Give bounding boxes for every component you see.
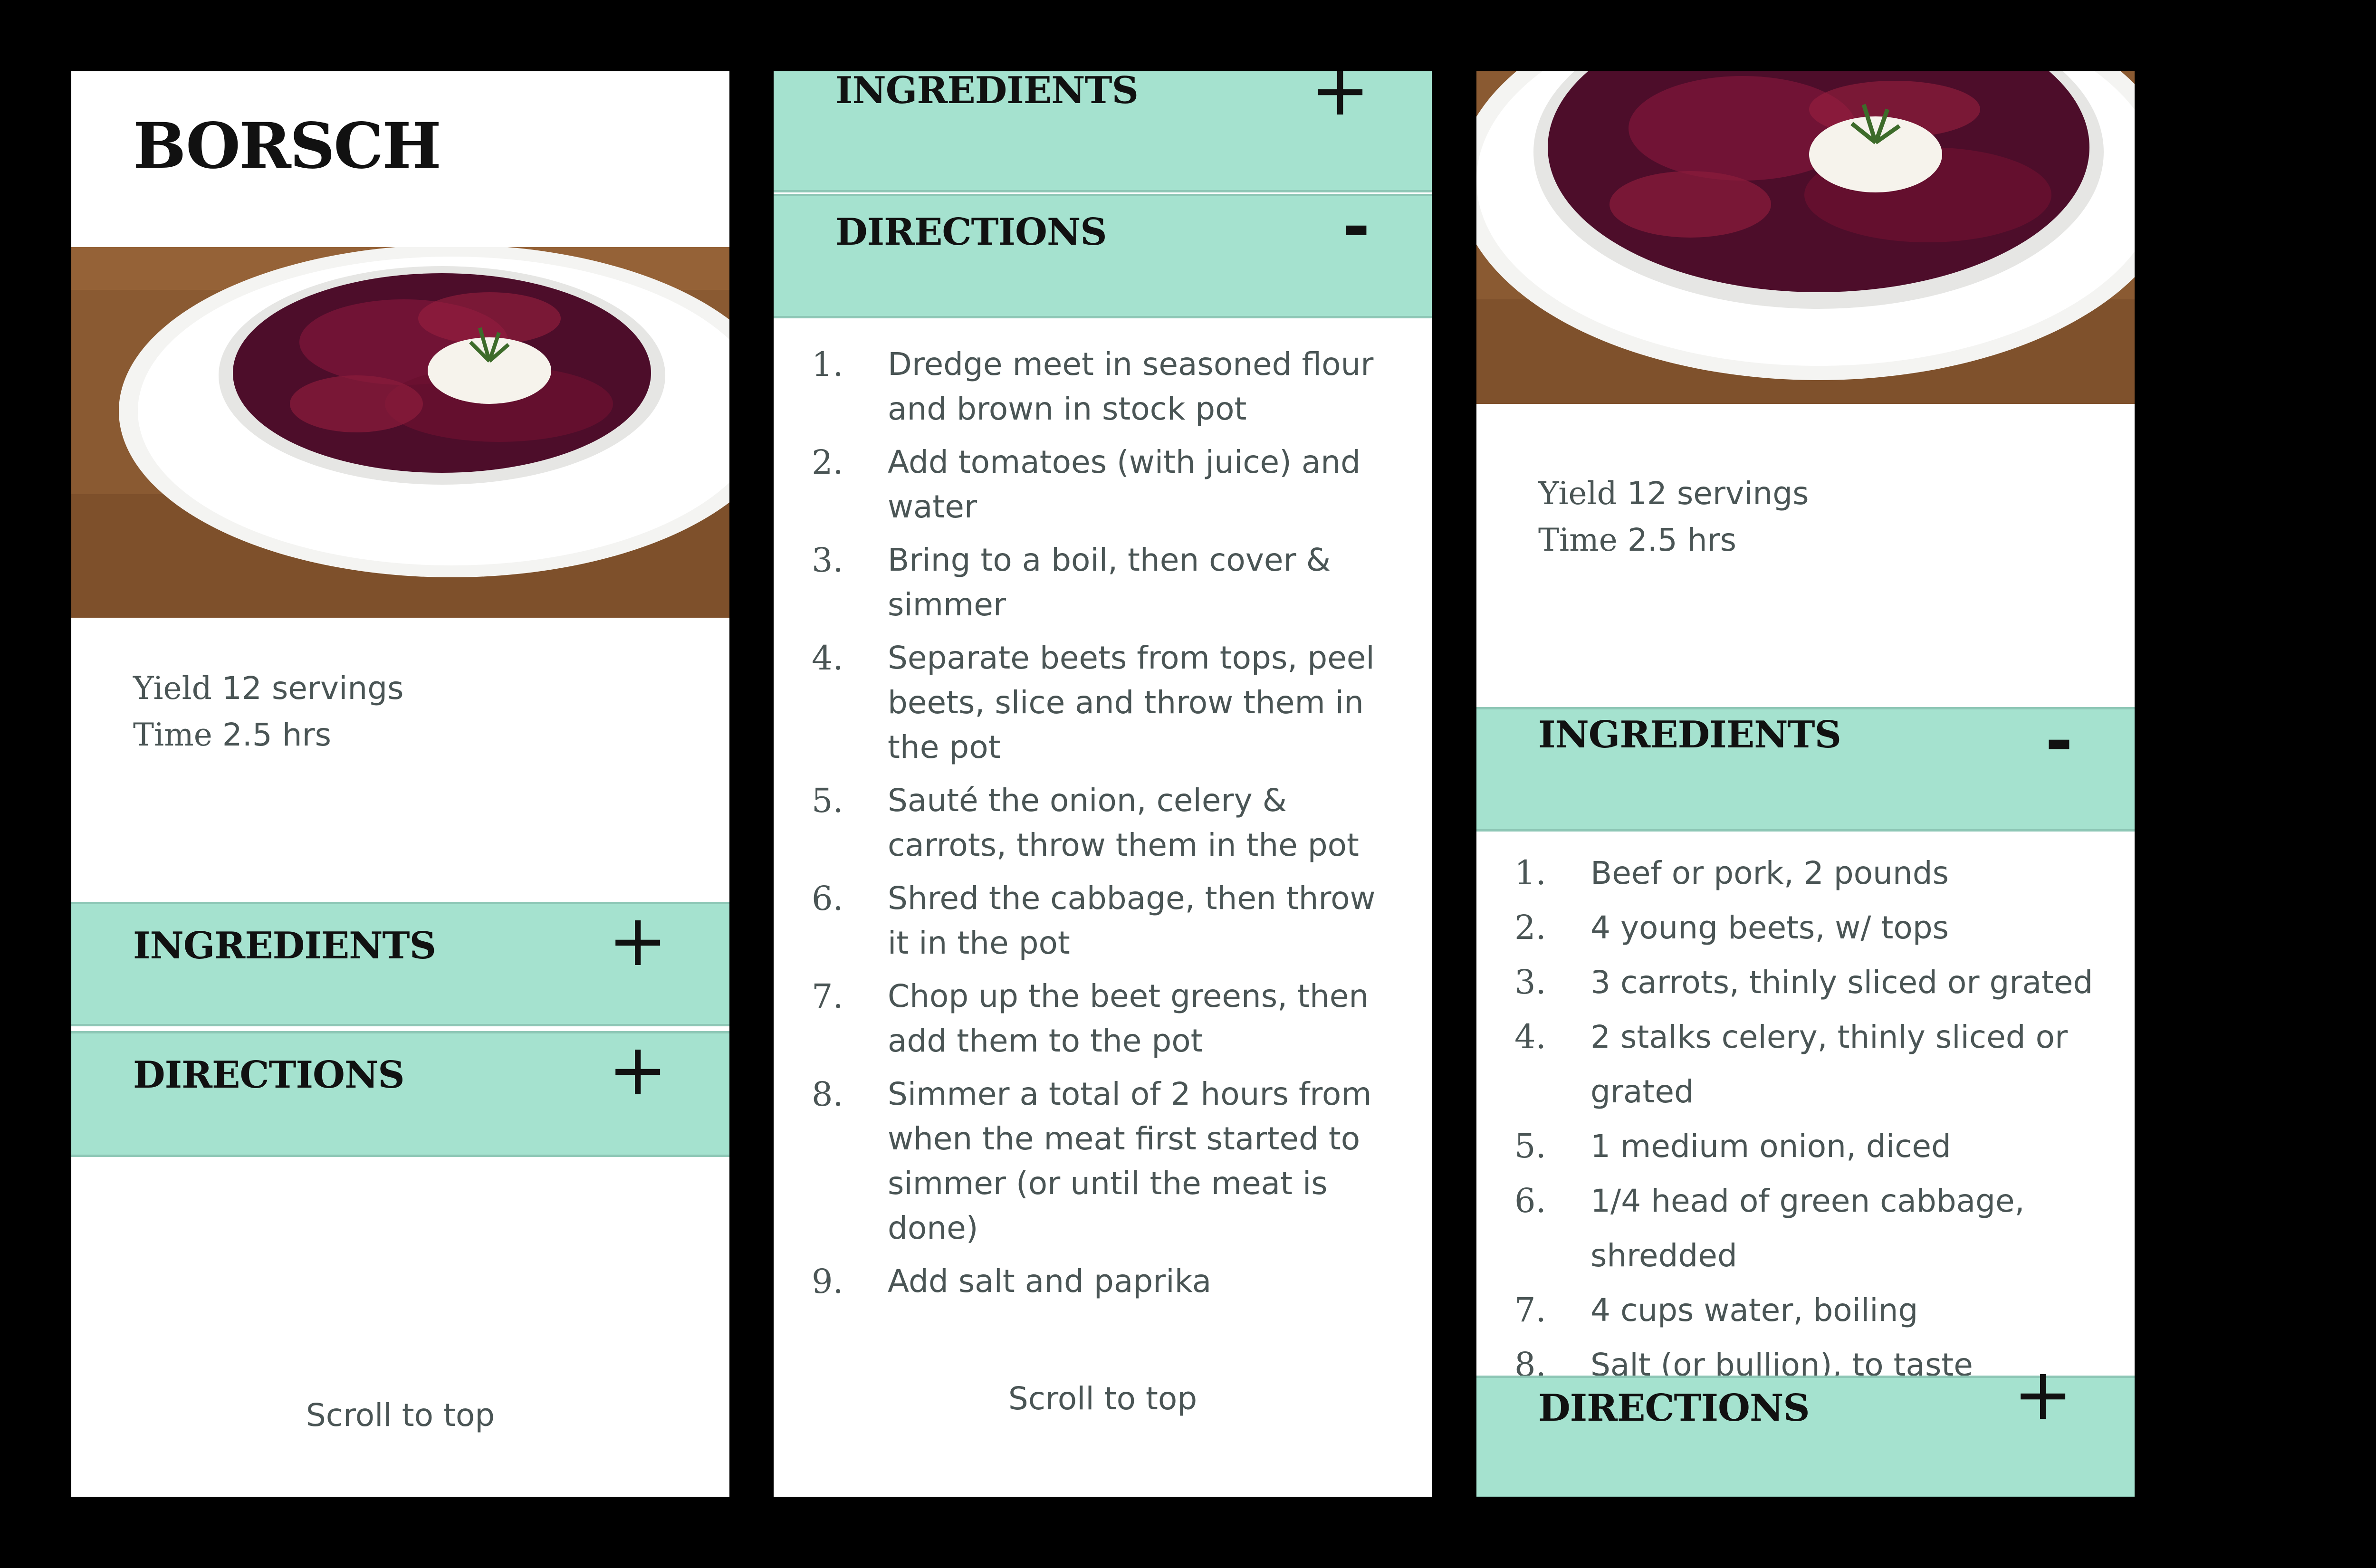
directions-list: 1. Dredge meet in seasoned flour and brow…: [812, 342, 1406, 1312]
direction-step-number: 8.: [812, 1075, 843, 1114]
plus-icon[interactable]: +: [2013, 1359, 2073, 1430]
directions-accordion-header[interactable]: DIRECTIONS +: [1476, 1359, 2135, 1497]
directions-accordion-header[interactable]: DIRECTIONS -: [774, 191, 1432, 318]
ingredient-item: 7. 4 cups water, boiling: [1514, 1283, 2127, 1338]
plus-icon[interactable]: +: [608, 1034, 668, 1106]
ingredient-item-text: 2 stalks celery, thinly sliced or grated: [1590, 1019, 2068, 1110]
direction-step-text: Sauté the onion, celery & carrots, throw…: [888, 782, 1359, 863]
direction-step: 6. Shred the cabbage, then throw it in th…: [812, 876, 1406, 966]
ingredient-item-text: 3 carrots, thinly sliced or grated: [1590, 964, 2093, 1001]
direction-step-text: Dredge meet in seasoned flour and brown …: [888, 346, 1374, 427]
directions-accordion-header[interactable]: DIRECTIONS +: [71, 1031, 729, 1157]
ingredients-accordion-header[interactable]: INGREDIENTS +: [774, 71, 1432, 192]
direction-step-number: 3.: [812, 541, 843, 580]
direction-step-text: Shred the cabbage, then throw it in the …: [888, 880, 1376, 961]
borsch-photo: [1476, 71, 2135, 404]
time-value: 2.5 hrs: [1627, 522, 1737, 558]
ingredient-item-number: 4.: [1514, 1017, 1546, 1056]
ingredients-heading: INGREDIENTS: [133, 924, 436, 967]
directions-heading: DIRECTIONS: [835, 210, 1107, 254]
ingredient-item-text: 4 cups water, boiling: [1590, 1292, 1918, 1329]
plus-icon[interactable]: +: [608, 905, 668, 976]
yield-label: Yield: [1538, 475, 1617, 512]
direction-step-text: Simmer a total of 2 hours from when the …: [888, 1076, 1372, 1246]
direction-step: 3. Bring to a boil, then cover & simmer: [812, 538, 1406, 627]
ingredients-accordion-header[interactable]: INGREDIENTS -: [1476, 706, 2135, 832]
direction-step: 8. Simmer a total of 2 hours from when th…: [812, 1072, 1406, 1251]
yield-value: 12 servings: [1627, 475, 1809, 512]
time-value: 2.5 hrs: [222, 717, 332, 753]
yield-value: 12 servings: [221, 670, 404, 707]
time-label: Time: [1538, 522, 1618, 558]
ingredient-item-number: 5.: [1514, 1127, 1546, 1166]
direction-step-number: 6.: [812, 879, 843, 918]
page-title: BORSCH: [133, 109, 441, 183]
directions-heading: DIRECTIONS: [133, 1053, 405, 1097]
ingredients-heading: INGREDIENTS: [835, 71, 1139, 112]
ingredient-item: 6. 1/4 head of green cabbage, shredded: [1514, 1174, 2127, 1283]
directions-heading: DIRECTIONS: [1538, 1386, 1810, 1430]
ingredients-heading: INGREDIENTS: [1538, 713, 1841, 756]
recipe-meta: Yield 12 servings Time 2.5 hrs: [133, 665, 404, 758]
direction-step-number: 4.: [812, 639, 843, 678]
ingredient-item-text: 1/4 head of green cabbage, shredded: [1590, 1183, 2025, 1274]
ingredients-accordion-header[interactable]: INGREDIENTS +: [71, 902, 729, 1026]
ingredient-item: 1. Beef or pork, 2 pounds: [1514, 846, 2127, 900]
direction-step: 9. Add salt and paprika: [812, 1259, 1406, 1304]
ingredient-item: 4. 2 stalks celery, thinly sliced or grat…: [1514, 1010, 2127, 1119]
direction-step: 1. Dredge meet in seasoned flour and brow…: [812, 342, 1406, 431]
direction-step: 5. Sauté the onion, celery & carrots, thr…: [812, 778, 1406, 868]
ingredient-item-text: 1 medium onion, diced: [1590, 1128, 1951, 1165]
direction-step-text: Separate beets from tops, peel beets, sl…: [888, 640, 1375, 765]
direction-step-number: 5.: [812, 781, 843, 820]
ingredient-item: 2. 4 young beets, w/ tops: [1514, 900, 2127, 955]
borsch-photo: [71, 247, 729, 618]
minus-icon[interactable]: -: [2045, 706, 2073, 777]
direction-step-number: 7.: [812, 977, 843, 1016]
recipe-screen-directions: INGREDIENTS + DIRECTIONS - 1. Dredge meet…: [774, 71, 1432, 1497]
scroll-to-top-link[interactable]: Scroll to top: [774, 1380, 1432, 1417]
recipe-meta: Yield 12 servings Time 2.5 hrs: [1538, 470, 1809, 564]
ingredient-item: 3. 3 carrots, thinly sliced or grated: [1514, 955, 2127, 1010]
ingredient-item-number: 2.: [1514, 908, 1546, 947]
time-label: Time: [133, 717, 212, 753]
direction-step-number: 2.: [812, 443, 843, 482]
recipe-screen-overview: BORSCH Yield 12 servings Time 2.5 hrs IN…: [71, 71, 729, 1497]
direction-step: 2. Add tomatoes (with juice) and water: [812, 440, 1406, 529]
direction-step-text: Add salt and paprika: [888, 1263, 1212, 1300]
direction-step-number: 9.: [812, 1262, 843, 1301]
ingredient-item-number: 1.: [1514, 853, 1546, 892]
direction-step: 4. Separate beets from tops, peel beets, …: [812, 636, 1406, 770]
direction-step-text: Chop up the beet greens, then add them t…: [888, 978, 1369, 1059]
yield-label: Yield: [133, 670, 212, 707]
recipe-screen-ingredients: Yield 12 servings Time 2.5 hrs INGREDIEN…: [1476, 71, 2135, 1497]
plus-icon[interactable]: +: [1310, 71, 1370, 126]
direction-step-text: Add tomatoes (with juice) and water: [888, 444, 1361, 525]
ingredient-item-text: 4 young beets, w/ tops: [1590, 909, 1949, 946]
ingredient-item-number: 7.: [1514, 1291, 1546, 1329]
minus-icon[interactable]: -: [1342, 191, 1370, 263]
direction-step-text: Bring to a boil, then cover & simmer: [888, 542, 1331, 623]
ingredient-item-number: 6.: [1514, 1181, 1546, 1220]
direction-step-number: 1.: [812, 345, 843, 384]
scroll-to-top-link[interactable]: Scroll to top: [71, 1397, 729, 1434]
ingredient-item: 5. 1 medium onion, diced: [1514, 1119, 2127, 1174]
ingredient-item-text: Beef or pork, 2 pounds: [1590, 855, 1949, 891]
ingredient-item-number: 3.: [1514, 963, 1546, 1002]
direction-step: 7. Chop up the beet greens, then add them…: [812, 974, 1406, 1063]
